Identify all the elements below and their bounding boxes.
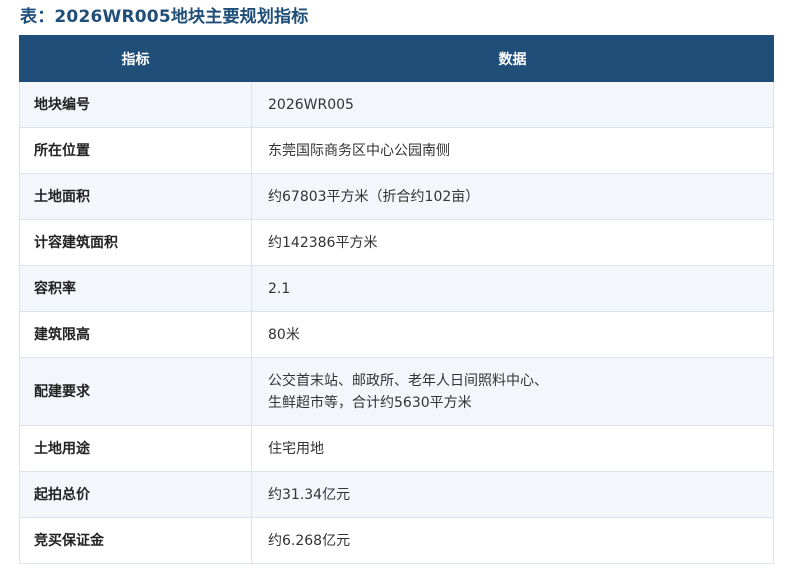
row-key: 所在位置	[19, 127, 252, 174]
row-value: 2.1	[251, 265, 774, 312]
table-row: 起拍总价 约31.34亿元	[19, 471, 774, 518]
table-header: 指标 数据	[19, 35, 774, 82]
row-value-line: 生鲜超市等，合计约5630平方米	[268, 394, 472, 411]
row-value-line: 2026WR005	[268, 96, 354, 113]
row-value: 80米	[251, 311, 774, 358]
row-key: 建筑限高	[19, 311, 252, 358]
row-key: 配建要求	[19, 357, 252, 426]
row-key: 地块编号	[19, 81, 252, 128]
row-value: 约31.34亿元	[251, 471, 774, 518]
table-row: 建筑限高 80米	[19, 311, 774, 358]
row-value: 约6.268亿元	[251, 517, 774, 564]
row-key: 计容建筑面积	[19, 219, 252, 266]
row-key: 容积率	[19, 265, 252, 312]
row-value-line: 2.1	[268, 280, 291, 297]
table-row: 竞买保证金 约6.268亿元	[19, 517, 774, 564]
row-key: 竞买保证金	[19, 517, 252, 564]
row-value-line: 80米	[268, 326, 300, 343]
row-value: 东莞国际商务区中心公园南侧	[251, 127, 774, 174]
row-key: 土地面积	[19, 173, 252, 220]
row-key: 起拍总价	[19, 471, 252, 518]
row-key: 土地用途	[19, 425, 252, 472]
table-row: 容积率 2.1	[19, 265, 774, 312]
page: 表：2026WR005地块主要规划指标 指标 数据 地块编号 2026WR005…	[0, 0, 791, 580]
table-body: 地块编号 2026WR005 所在位置 东莞国际商务区中心公园南侧 土地面积 约…	[19, 81, 774, 564]
table-row: 土地面积 约67803平方米（折合约102亩）	[19, 173, 774, 220]
table-row: 配建要求 公交首末站、邮政所、老年人日间照料中心、 生鲜超市等，合计约5630平…	[19, 357, 774, 426]
row-value-line: 约31.34亿元	[268, 486, 351, 503]
planning-indicators-table: 指标 数据 地块编号 2026WR005 所在位置 东莞国际商务区中心公园南侧 …	[19, 35, 774, 564]
table-row: 土地用途 住宅用地	[19, 425, 774, 472]
row-value-line: 公交首末站、邮政所、老年人日间照料中心、	[268, 372, 548, 389]
row-value-line: 约6.268亿元	[268, 532, 351, 549]
row-value: 约67803平方米（折合约102亩）	[251, 173, 774, 220]
row-value-line: 住宅用地	[268, 440, 324, 457]
table-row: 所在位置 东莞国际商务区中心公园南侧	[19, 127, 774, 174]
row-value-line: 东莞国际商务区中心公园南侧	[268, 142, 450, 159]
header-row: 指标 数据	[19, 35, 774, 82]
row-value: 2026WR005	[251, 81, 774, 128]
header-indicator: 指标	[19, 35, 252, 82]
table-row: 地块编号 2026WR005	[19, 81, 774, 128]
row-value-line: 约67803平方米（折合约102亩）	[268, 188, 480, 205]
table-caption: 表：2026WR005地块主要规划指标	[20, 7, 309, 27]
table-row: 计容建筑面积 约142386平方米	[19, 219, 774, 266]
row-value: 约142386平方米	[251, 219, 774, 266]
row-value-line: 约142386平方米	[268, 234, 378, 251]
row-value: 公交首末站、邮政所、老年人日间照料中心、 生鲜超市等，合计约5630平方米	[251, 357, 774, 426]
row-value: 住宅用地	[251, 425, 774, 472]
header-data: 数据	[251, 35, 774, 82]
